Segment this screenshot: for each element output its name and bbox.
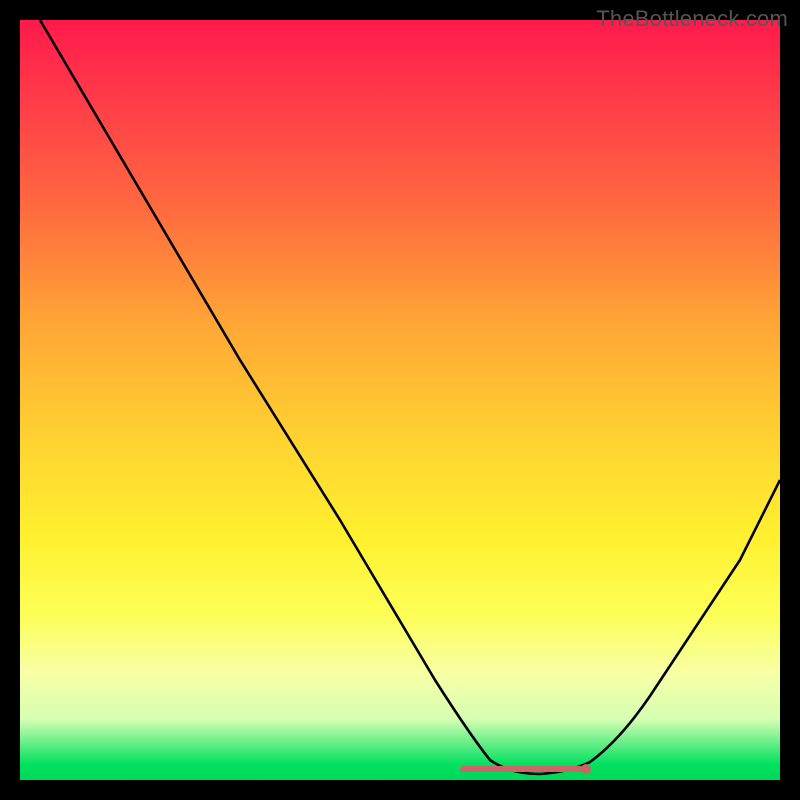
watermark-text: TheBottleneck.com	[596, 6, 788, 32]
curve-path	[40, 20, 780, 774]
chart-frame: TheBottleneck.com	[0, 0, 800, 800]
optimal-range-marker	[460, 766, 586, 772]
bottleneck-curve	[20, 20, 780, 780]
optimal-point-marker	[581, 764, 591, 774]
plot-area	[20, 20, 780, 780]
